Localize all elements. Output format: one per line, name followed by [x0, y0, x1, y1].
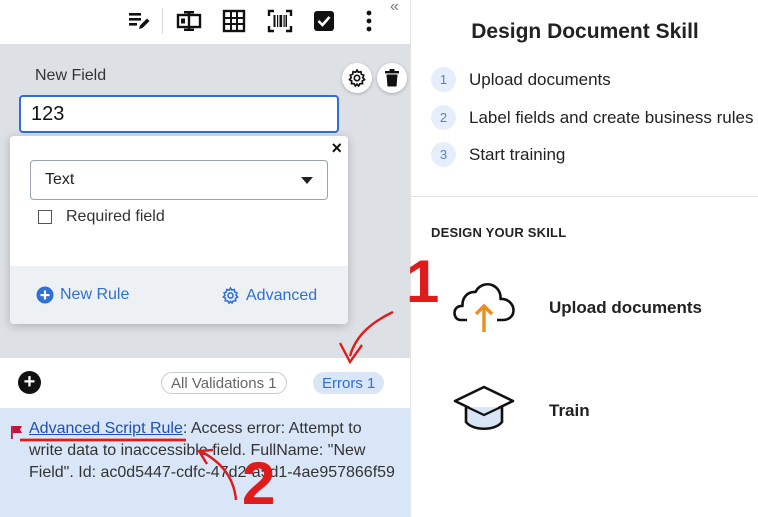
text-field-icon — [176, 11, 202, 31]
graduation-cap-icon — [453, 385, 515, 431]
section-divider — [411, 196, 758, 197]
popup-footer: New Rule Advanced — [10, 266, 348, 324]
step-number: 1 — [431, 67, 456, 92]
delete-field-button[interactable] — [377, 63, 407, 93]
field-name-label: New Field — [35, 67, 107, 84]
section-heading: DESIGN YOUR SKILL — [431, 225, 567, 240]
step-label: Label fields and create business rules — [469, 107, 754, 127]
plus-icon: + — [23, 371, 36, 393]
new-rule-button[interactable]: New Rule — [36, 286, 129, 304]
barcode-button[interactable] — [265, 6, 295, 36]
checkbox-field-button[interactable] — [309, 6, 339, 36]
more-vertical-icon — [366, 10, 372, 32]
text-field-button[interactable] — [174, 6, 204, 36]
error-list-item: Advanced Script Rule: Access error: Atte… — [0, 408, 410, 517]
collapse-panel-icon[interactable]: « — [390, 0, 399, 16]
train-label: Train — [549, 401, 590, 420]
edit-list-button[interactable] — [124, 6, 154, 36]
field-type-select[interactable]: Text — [30, 160, 328, 200]
cloud-upload-icon — [453, 282, 515, 332]
add-button[interactable]: + — [18, 371, 41, 394]
errors-filter[interactable]: Errors 1 — [313, 372, 385, 394]
step-number: 2 — [431, 105, 456, 130]
annotation-number-2: 2 — [242, 450, 276, 517]
new-rule-label: New Rule — [60, 286, 130, 303]
advanced-label: Advanced — [246, 286, 318, 304]
trash-icon — [385, 69, 399, 87]
more-options-button[interactable] — [354, 6, 384, 36]
toolbar: « — [0, 0, 410, 44]
panel-title: Design Document Skill — [471, 20, 699, 43]
gear-icon — [222, 286, 239, 305]
field-value-input[interactable] — [19, 95, 339, 133]
required-field-option[interactable]: Required field — [38, 208, 165, 226]
gear-icon — [348, 68, 366, 88]
step-label: Upload documents — [469, 69, 611, 89]
advanced-script-rule-link[interactable]: Advanced Script Rule — [29, 420, 183, 437]
barcode-icon — [267, 9, 293, 33]
all-validations-filter[interactable]: All Validations 1 — [161, 372, 287, 394]
step-item: 1 Upload documents — [431, 67, 611, 92]
field-editor-panel: « New Field × Text — [0, 0, 410, 517]
field-options-popup: × Text Required field New Rule Advanced — [10, 136, 348, 324]
field-type-value: Text — [45, 171, 75, 188]
table-icon — [222, 9, 246, 33]
train-action[interactable]: Train — [447, 378, 747, 448]
flag-icon — [11, 426, 22, 439]
checkbox-icon — [314, 11, 334, 31]
upload-documents-action[interactable]: Upload documents — [447, 274, 747, 344]
chevron-down-icon — [301, 177, 313, 184]
field-settings-button[interactable] — [342, 63, 372, 93]
annotation-number-1: 1 — [406, 248, 440, 315]
step-number: 3 — [431, 142, 456, 167]
advanced-button[interactable]: Advanced — [221, 286, 317, 305]
close-icon[interactable]: × — [331, 138, 342, 159]
required-field-checkbox[interactable] — [38, 210, 52, 224]
upload-documents-label: Upload documents — [549, 298, 703, 317]
validation-status-bar: + All Validations 1 Errors 1 — [0, 358, 410, 408]
toolbar-separator — [162, 8, 163, 34]
required-field-label: Required field — [66, 208, 165, 225]
design-skill-panel: Design Document Skill 1 Upload documents… — [410, 0, 758, 517]
edit-list-icon — [129, 13, 150, 29]
step-item: 2 Label fields and create business rules — [431, 105, 753, 130]
error-message: Advanced Script Rule: Access error: Atte… — [29, 418, 399, 484]
table-button[interactable] — [219, 6, 249, 36]
step-label: Start training — [469, 144, 566, 164]
plus-circle-icon — [36, 286, 54, 304]
step-item: 3 Start training — [431, 142, 565, 167]
